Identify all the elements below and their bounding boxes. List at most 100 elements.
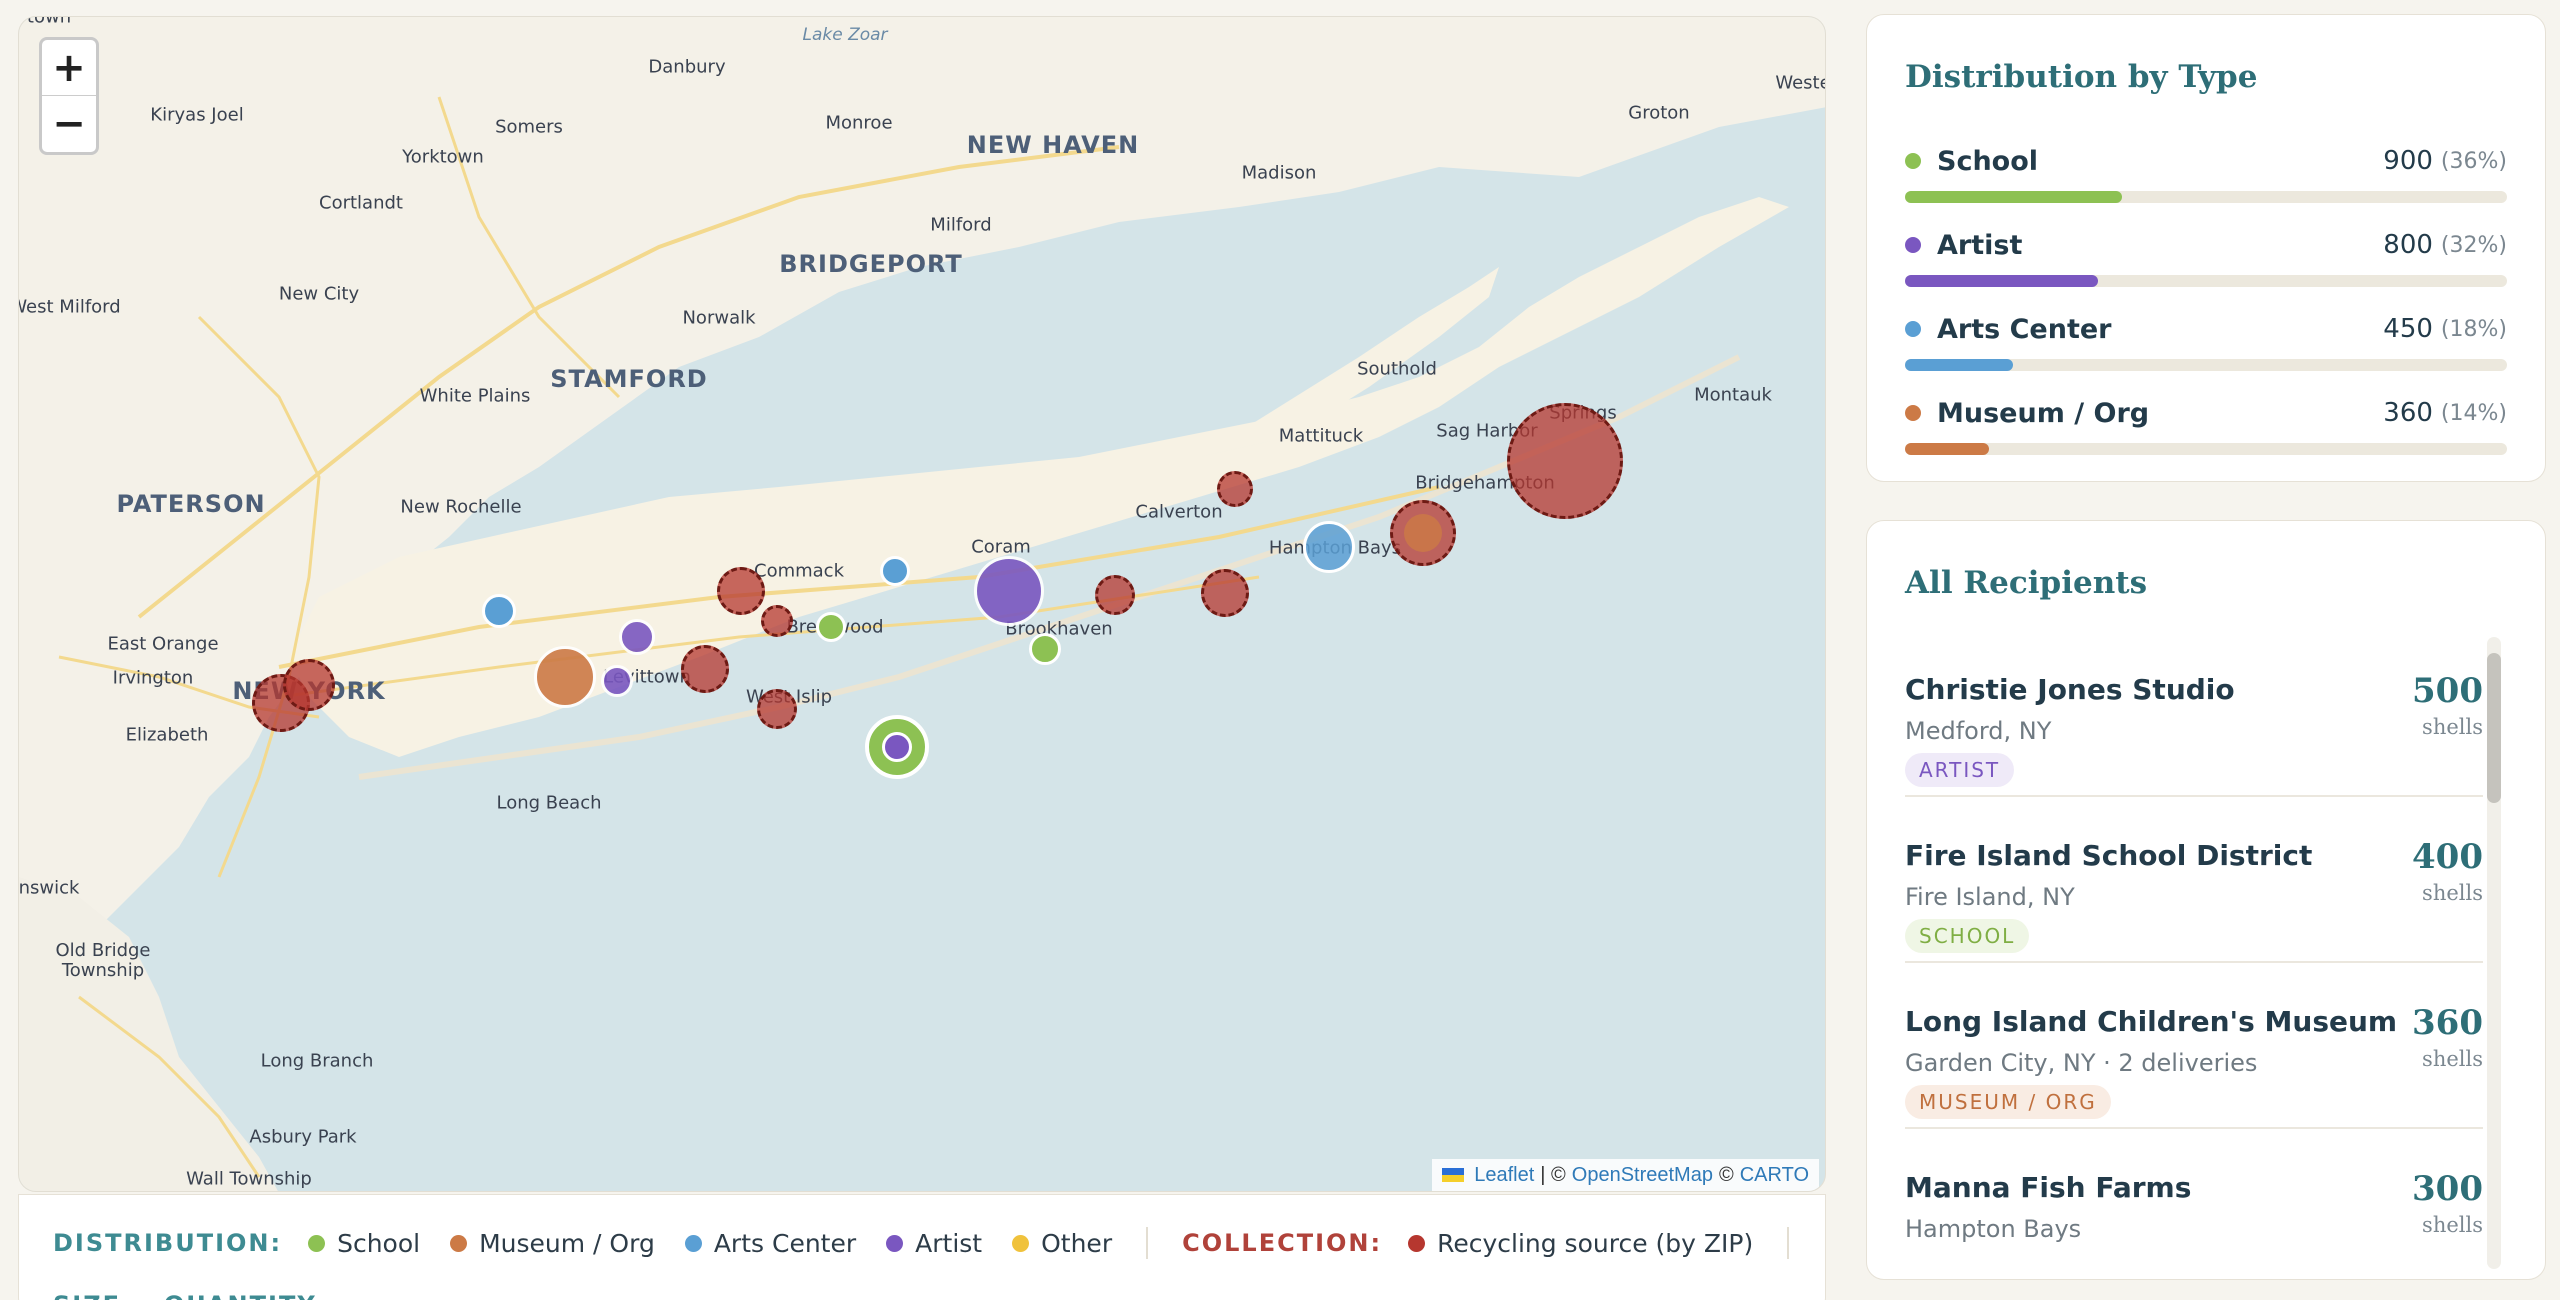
collection-marker[interactable] (283, 659, 335, 711)
type-value: 360 (2383, 398, 2433, 428)
recipient-unit: shells (2422, 881, 2483, 905)
legend-item-museum[interactable]: Museum / Org (450, 1229, 655, 1258)
legend-dot (886, 1234, 904, 1252)
type-label: Artist (1937, 229, 2023, 261)
collection-marker[interactable] (717, 567, 765, 615)
legend-item-artist[interactable]: Artist (886, 1229, 982, 1258)
legend-label: School (337, 1228, 421, 1258)
recipient-item[interactable]: Fire Island School District Fire Island,… (1905, 797, 2483, 963)
attribution-separator: © (1718, 1163, 1734, 1186)
recipient-location: Hampton Bays (1905, 1215, 2082, 1243)
distribution-row-school: School 900 (36%) (1905, 143, 2507, 213)
school-marker[interactable] (816, 612, 846, 642)
legend-dot (450, 1234, 468, 1252)
recipient-location: Medford, NY (1905, 717, 2052, 745)
type-label: School (1937, 145, 2039, 177)
distribution-row-arts-center: Arts Center 450 (18%) (1905, 311, 2507, 381)
recipient-amount: 400 (2412, 837, 2483, 877)
type-dot (1905, 321, 1921, 337)
type-percent: (36%) (2440, 148, 2507, 174)
type-label: Museum / Org (1937, 397, 2150, 429)
recipient-amount: 360 (2412, 1003, 2483, 1043)
legend-divider (1787, 1227, 1790, 1259)
legend-label: Artist (915, 1228, 983, 1258)
legend-label: Museum / Org (479, 1228, 655, 1258)
recipients-title: All Recipients (1905, 565, 2148, 601)
leaflet-link[interactable]: Leaflet (1474, 1164, 1534, 1187)
ukraine-flag-icon (1442, 1168, 1465, 1182)
legend-dot (1408, 1234, 1426, 1252)
recipient-location: Fire Island, NY (1905, 883, 2075, 911)
arts-center-marker[interactable] (1303, 521, 1355, 573)
progress-fill (1905, 443, 1990, 455)
carto-link[interactable]: CARTO (1740, 1164, 1809, 1187)
distribution-card: Distribution by Type School 900 (36%) Ar… (1866, 14, 2546, 482)
collection-marker[interactable] (757, 689, 797, 729)
attribution-separator: | © (1540, 1163, 1566, 1186)
scrollbar-thumb[interactable] (2487, 653, 2501, 803)
zoom-control: + − (39, 37, 99, 155)
collection-marker[interactable] (1095, 575, 1135, 615)
legend-collection-heading: COLLECTION: (1182, 1229, 1383, 1257)
recipient-amount: 300 (2412, 1169, 2483, 1209)
artist-marker[interactable] (601, 665, 633, 697)
arts-center-marker[interactable] (482, 594, 516, 628)
map-attribution: Leaflet | © OpenStreetMap © CARTO (1432, 1159, 1819, 1191)
progress-fill (1905, 191, 2122, 203)
type-percent: (18%) (2440, 316, 2507, 342)
legend-dot (684, 1234, 702, 1252)
legend-label: Other (1041, 1228, 1113, 1258)
legend-item-other[interactable]: Other (1012, 1229, 1112, 1258)
distribution-title: Distribution by Type (1905, 59, 2258, 95)
progress-track (1905, 359, 2507, 371)
legend-distribution-heading: DISTRIBUTION: (53, 1229, 283, 1257)
type-label: Arts Center (1937, 313, 2112, 345)
collection-marker[interactable] (761, 605, 793, 637)
artist-marker[interactable] (619, 619, 655, 655)
recipient-location: Garden City, NY · 2 deliveries (1905, 1049, 2258, 1077)
collection-marker[interactable] (1507, 403, 1623, 519)
artist-marker[interactable] (974, 556, 1044, 626)
type-percent: (32%) (2440, 232, 2507, 258)
type-value: 450 (2383, 314, 2433, 344)
collection-marker[interactable] (1201, 569, 1249, 617)
recipient-item[interactable]: Long Island Children's Museum Garden Cit… (1905, 963, 2483, 1129)
map-legend: DISTRIBUTION: School Museum / Org Arts C… (18, 1194, 1826, 1300)
collection-marker[interactable] (1217, 471, 1253, 507)
collection-marker[interactable] (681, 645, 729, 693)
distribution-row-museum: Museum / Org 360 (14%) (1905, 395, 2507, 465)
recipients-scrollbar[interactable] (2487, 637, 2501, 1269)
recipients-list[interactable]: Christie Jones Studio Medford, NY ARTIST… (1905, 631, 2483, 1267)
type-percent: (14%) (2440, 400, 2507, 426)
recipient-unit: shells (2422, 1047, 2483, 1071)
zoom-in-button[interactable]: + (42, 40, 96, 96)
artist-marker[interactable] (882, 732, 912, 762)
legend-item-arts-center[interactable]: Arts Center (684, 1229, 856, 1258)
legend-size-heading: SIZE = QUANTITY (53, 1291, 317, 1300)
zoom-out-button[interactable]: − (42, 96, 96, 152)
recipient-item[interactable]: Christie Jones Studio Medford, NY ARTIST… (1905, 631, 2483, 797)
museum-marker[interactable] (534, 646, 596, 708)
progress-fill (1905, 359, 2014, 371)
distribution-row-artist: Artist 800 (32%) (1905, 227, 2507, 297)
arts-center-marker[interactable] (880, 556, 910, 586)
recipient-amount: 500 (2412, 671, 2483, 711)
museum-marker[interactable] (1404, 514, 1442, 552)
legend-label: Recycling source (by ZIP) (1437, 1228, 1754, 1258)
recipient-item[interactable]: Manna Fish Farms Hampton Bays 300 shells (1905, 1129, 2483, 1267)
type-value: 800 (2383, 230, 2433, 260)
school-marker[interactable] (1029, 633, 1061, 665)
recipient-name: Manna Fish Farms (1905, 1171, 2192, 1204)
recipient-name: Long Island Children's Museum (1905, 1005, 2398, 1038)
recipients-card: All Recipients Christie Jones Studio Med… (1866, 520, 2546, 1280)
basemap[interactable] (19, 17, 1826, 1192)
legend-item-school[interactable]: School (308, 1229, 420, 1258)
legend-item-recycling[interactable]: Recycling source (by ZIP) (1408, 1229, 1753, 1258)
type-dot (1905, 153, 1921, 169)
progress-track (1905, 191, 2507, 203)
map-panel[interactable]: Lake Zoar town Danbury Weste Kiryas Joel… (18, 16, 1826, 1192)
osm-link[interactable]: OpenStreetMap (1572, 1164, 1713, 1187)
type-dot (1905, 405, 1921, 421)
type-dot (1905, 237, 1921, 253)
legend-dot (308, 1234, 326, 1252)
